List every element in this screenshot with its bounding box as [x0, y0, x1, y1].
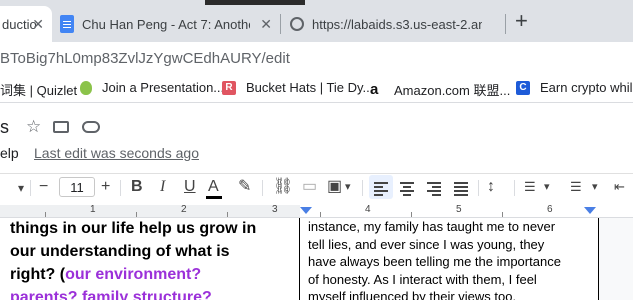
tab-labaids[interactable]: https://labaids.s3.us-east-2.amaz: [290, 6, 505, 42]
ruler-tick: [411, 212, 412, 217]
star-icon[interactable]: ☆: [26, 117, 41, 137]
link-icon[interactable]: ⛓: [273, 177, 293, 197]
toolbar-separator: [478, 180, 479, 196]
text-color-label: A: [208, 178, 219, 195]
ruler-number: 3: [272, 204, 278, 215]
last-edit-link[interactable]: Last edit was seconds ago: [34, 145, 199, 161]
ruler-number: 2: [181, 204, 187, 215]
answer-text: instance, my family has taught me to nev…: [308, 218, 598, 300]
bookmark-label: 词集 | Quizlet: [0, 83, 78, 98]
text-color-button[interactable]: A: [206, 177, 222, 199]
italic-button[interactable]: I: [160, 177, 165, 197]
ruler-number: 1: [90, 204, 96, 215]
close-icon[interactable]: ✕: [32, 16, 44, 33]
bulleted-list-icon[interactable]: ☰: [570, 177, 582, 197]
ruler-number: 6: [547, 204, 553, 215]
text-line: tell lies, and ever since I was young, t…: [308, 236, 545, 252]
tab-separator: [505, 14, 506, 34]
text-run: right? (: [10, 266, 66, 283]
ruler-tick: [45, 212, 46, 217]
pear-icon: [80, 80, 92, 95]
align-center-icon[interactable]: [400, 182, 414, 196]
toolbar-separator: [262, 180, 263, 196]
text-line: things in our life help us grow in: [10, 220, 257, 237]
underline-button[interactable]: U: [184, 177, 196, 197]
toolbar-separator: [514, 180, 515, 196]
ruler-tick: [320, 212, 321, 217]
purple-text-line: parents? family structure?: [10, 289, 212, 300]
align-right-icon[interactable]: [427, 182, 441, 196]
tab-document[interactable]: Chu Han Peng - Act 7: Another K ✕: [60, 6, 280, 42]
close-icon[interactable]: ✕: [260, 16, 272, 33]
chevron-down-icon[interactable]: ▾: [18, 178, 24, 198]
indent-marker[interactable]: [300, 207, 312, 214]
coinbase-icon: C: [516, 80, 530, 95]
bookmark-amazon[interactable]: a Amazon.com 联盟...: [370, 80, 510, 99]
align-left-icon[interactable]: [374, 182, 388, 196]
bold-button[interactable]: B: [131, 177, 143, 197]
ruler-tick: [136, 212, 137, 217]
text-line: our understanding of what is: [10, 243, 230, 260]
numbered-list-icon[interactable]: ☰: [524, 177, 536, 197]
bookmark-label: Earn crypto while le: [540, 80, 633, 95]
bookmark-presentation[interactable]: Join a Presentation...: [80, 80, 224, 95]
text-line: right? (our environment?: [10, 263, 299, 286]
new-tab-button[interactable]: +: [515, 10, 528, 32]
purple-text-run: our environment?: [65, 266, 202, 283]
docs-icon: [60, 15, 74, 33]
bookmark-label: Amazon.com 联盟...: [394, 83, 511, 98]
line-spacing-icon[interactable]: ↕: [487, 177, 495, 197]
chevron-down-icon[interactable]: ▾: [544, 177, 550, 197]
overlay-bar: [205, 0, 305, 5]
address-text[interactable]: BToBig7hL0mp83ZvlJzYgwCEdhAURY/edit: [0, 50, 290, 67]
bucket-icon: R: [222, 80, 236, 95]
bookmark-quizlet[interactable]: 词集 | Quizlet: [0, 80, 77, 99]
tab-title: Chu Han Peng - Act 7: Another K: [82, 16, 250, 32]
bookmark-label: Join a Presentation...: [102, 80, 225, 95]
ruler-number: 5: [456, 204, 462, 215]
toolbar-separator: [30, 180, 31, 196]
ruler-number: 4: [365, 204, 371, 215]
chevron-down-icon[interactable]: ▾: [592, 177, 598, 197]
text-line: have always been telling me the importan…: [308, 254, 561, 269]
right-indent-marker[interactable]: [584, 207, 596, 214]
doc-title[interactable]: s: [0, 117, 9, 138]
text-line: instance, my family has taught me to nev…: [308, 219, 556, 234]
toolbar-separator: [362, 180, 363, 196]
amazon-icon: a: [370, 80, 379, 98]
bookmark-earn-crypto[interactable]: C Earn crypto while le: [516, 80, 633, 95]
globe-icon: [290, 17, 304, 31]
question-text: things in our life help us grow in our u…: [10, 218, 299, 300]
table-cell-left[interactable]: things in our life help us grow in our u…: [0, 218, 300, 300]
comment-icon[interactable]: ▭: [302, 177, 317, 197]
cloud-status-icon[interactable]: [82, 121, 100, 133]
table-cell-right[interactable]: instance, my family has taught me to nev…: [300, 218, 599, 300]
font-size-input[interactable]: 11: [59, 177, 95, 197]
ruler-tick: [502, 212, 503, 217]
text-line: myself influenced by their views too.: [308, 289, 517, 300]
chevron-down-icon[interactable]: ▾: [345, 177, 351, 197]
decrease-indent-icon[interactable]: ⇤: [614, 177, 625, 197]
ruler-tick: [227, 212, 228, 217]
tab-active[interactable]: ductio ✕: [0, 6, 52, 42]
tab-title: https://labaids.s3.us-east-2.amaz: [312, 16, 482, 32]
bookmark-label: Bucket Hats | Tie Dy...: [246, 80, 374, 95]
menu-help[interactable]: elp: [0, 145, 19, 161]
bookmark-bucket-hats[interactable]: R Bucket Hats | Tie Dy...: [222, 80, 373, 95]
toolbar-separator: [120, 180, 121, 196]
move-folder-icon[interactable]: [53, 121, 69, 133]
highlight-icon[interactable]: ✎: [238, 177, 251, 197]
text-color-swatch: [206, 196, 222, 199]
font-size-decrease-button[interactable]: −: [39, 177, 48, 197]
font-size-increase-button[interactable]: +: [101, 177, 110, 197]
insert-image-icon[interactable]: ▣: [327, 177, 342, 197]
tab-separator: [280, 14, 281, 34]
text-line: of honesty. As I interact with them, I f…: [308, 271, 537, 287]
justify-icon[interactable]: [454, 182, 468, 196]
